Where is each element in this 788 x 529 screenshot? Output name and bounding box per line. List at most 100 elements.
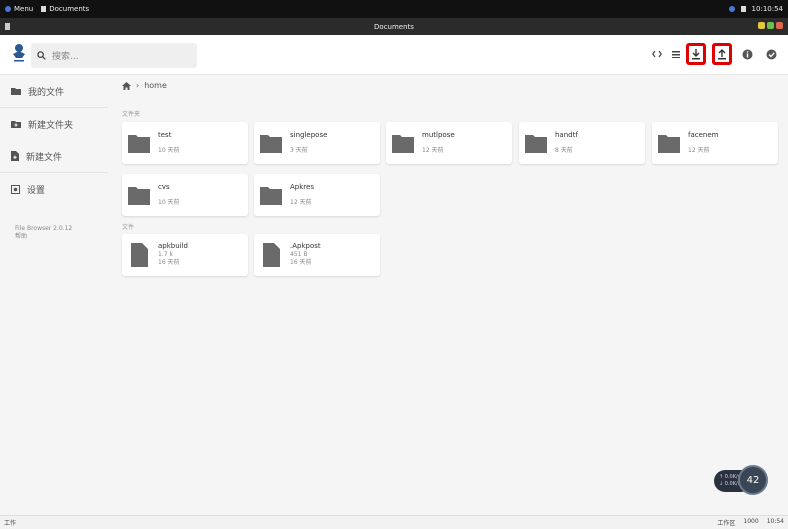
app-label: Documents xyxy=(49,5,90,13)
upload-button[interactable] xyxy=(712,43,732,65)
sidebar-item-label: 我的文件 xyxy=(28,87,65,98)
folder-meta: 12 天前 xyxy=(290,199,312,206)
folder-name: handtf xyxy=(555,131,578,139)
folder-meta: 8 天前 xyxy=(555,147,573,154)
file-meta: 451 B 16 天前 xyxy=(290,251,312,267)
sidebar-item-settings[interactable]: 设置 xyxy=(0,173,110,205)
folder-icon xyxy=(260,187,282,205)
window-titlebar[interactable]: Documents xyxy=(0,18,788,35)
file-listing: › home 文件夹 test 10 天前 singlepose 3 天前 mu… xyxy=(122,75,782,515)
folder-card[interactable]: handtf 8 天前 xyxy=(519,122,645,164)
sidebar-item-new-folder[interactable]: 新建文件夹 xyxy=(0,108,110,140)
menu-button[interactable]: Menu xyxy=(5,5,33,13)
taskbar-left-label[interactable]: 工作 xyxy=(4,518,16,527)
taskbar-app-documents[interactable]: Documents xyxy=(41,5,89,13)
settings-icon xyxy=(11,184,20,194)
list-icon xyxy=(672,51,680,58)
minimize-button[interactable] xyxy=(758,22,765,29)
battery-icon[interactable] xyxy=(740,6,746,12)
home-icon[interactable] xyxy=(122,81,131,90)
folder-card[interactable]: singlepose 3 天前 xyxy=(254,122,380,164)
sidebar: 我的文件 新建文件夹 新建文件 设置 File Browser 2.0.12 帮… xyxy=(0,75,110,515)
code-view-icon xyxy=(652,50,662,58)
app-header: 搜索... xyxy=(0,35,788,75)
sidebar-item-new-file[interactable]: 新建文件 xyxy=(0,140,110,172)
list-view-button[interactable] xyxy=(672,43,680,65)
taskbar-item[interactable]: 1000 xyxy=(743,518,758,527)
folder-name: facenem xyxy=(688,131,719,139)
document-icon xyxy=(41,6,47,12)
info-button[interactable] xyxy=(738,43,756,65)
menu-icon xyxy=(5,6,11,12)
folder-icon xyxy=(128,135,150,153)
files-section-label: 文件 xyxy=(122,224,135,231)
folder-name: singlepose xyxy=(290,131,328,139)
upload-icon xyxy=(718,48,726,59)
sidebar-item-label: 设置 xyxy=(27,185,46,196)
folder-meta: 10 天前 xyxy=(158,147,180,154)
search-placeholder: 搜索... xyxy=(52,52,79,62)
window-title: Documents xyxy=(374,22,414,31)
search-icon xyxy=(37,51,46,60)
download-icon xyxy=(692,48,700,59)
breadcrumb-separator: › xyxy=(136,81,140,90)
folder-icon xyxy=(658,135,680,153)
file-name: .Apkpost xyxy=(290,242,321,250)
file-icon xyxy=(263,243,280,267)
sidebar-item-my-files[interactable]: 我的文件 xyxy=(0,75,110,107)
version-info: File Browser 2.0.12 帮助 xyxy=(15,225,72,241)
new-file-icon xyxy=(11,151,19,161)
maximize-button[interactable] xyxy=(767,22,774,29)
version-text: File Browser 2.0.12 xyxy=(15,225,73,232)
file-size: 1.7 k xyxy=(158,251,173,258)
file-meta: 1.7 k 16 天前 xyxy=(158,251,180,267)
folder-name: test xyxy=(158,131,172,139)
file-name: apkbuild xyxy=(158,242,188,250)
folder-card[interactable]: test 10 天前 xyxy=(122,122,248,164)
download-button[interactable] xyxy=(686,43,706,65)
usage-percent: 42 xyxy=(738,465,768,495)
help-link[interactable]: 帮助 xyxy=(15,233,72,241)
folder-card[interactable]: facenem 12 天前 xyxy=(652,122,778,164)
folder-meta: 3 天前 xyxy=(290,147,308,154)
app-logo[interactable] xyxy=(10,42,28,64)
folder-name: cvs xyxy=(158,183,170,191)
search-box[interactable]: 搜索... xyxy=(31,43,197,68)
file-card[interactable]: .Apkpost 451 B 16 天前 xyxy=(254,234,380,276)
folder-meta: 12 天前 xyxy=(422,147,444,154)
folder-name: mutlpose xyxy=(422,131,455,139)
folder-card[interactable]: Apkres 12 天前 xyxy=(254,174,380,216)
bottom-taskbar: 工作 工作区 1000 10:54 xyxy=(0,515,788,529)
folder-name: Apkres xyxy=(290,183,314,191)
folder-icon xyxy=(525,135,547,153)
folder-card[interactable]: mutlpose 12 天前 xyxy=(386,122,512,164)
file-size: 451 B xyxy=(290,251,308,258)
network-monitor-widget[interactable]: ↑ 0.0K/s ↓ 0.0K/s 42 xyxy=(714,465,768,495)
folders-section-label: 文件夹 xyxy=(122,111,141,118)
folder-meta: 12 天前 xyxy=(688,147,710,154)
toggle-view-button[interactable] xyxy=(648,43,666,65)
new-folder-icon xyxy=(11,121,21,128)
select-button[interactable] xyxy=(762,43,780,65)
window-menu-icon[interactable] xyxy=(5,23,10,30)
sidebar-item-label: 新建文件夹 xyxy=(28,120,74,131)
file-icon xyxy=(131,243,148,267)
check-circle-icon xyxy=(766,49,776,59)
close-button[interactable] xyxy=(776,22,783,29)
os-top-panel: Menu Documents 10:10:54 xyxy=(0,0,788,18)
breadcrumb: › home xyxy=(122,81,167,90)
sidebar-item-label: 新建文件 xyxy=(26,152,63,163)
taskbar-clock: 10:54 xyxy=(766,518,784,525)
folder-card[interactable]: cvs 10 天前 xyxy=(122,174,248,216)
folder-icon xyxy=(260,135,282,153)
file-modified: 16 天前 xyxy=(290,259,312,266)
folder-icon xyxy=(128,187,150,205)
folder-icon xyxy=(392,135,414,153)
folder-icon xyxy=(11,88,21,95)
file-card[interactable]: apkbuild 1.7 k 16 天前 xyxy=(122,234,248,276)
tray-icon[interactable] xyxy=(728,6,735,12)
breadcrumb-current[interactable]: home xyxy=(144,81,167,90)
menu-label: Menu xyxy=(14,5,34,13)
taskbar-item[interactable]: 工作区 xyxy=(717,518,735,527)
info-icon xyxy=(742,49,752,59)
